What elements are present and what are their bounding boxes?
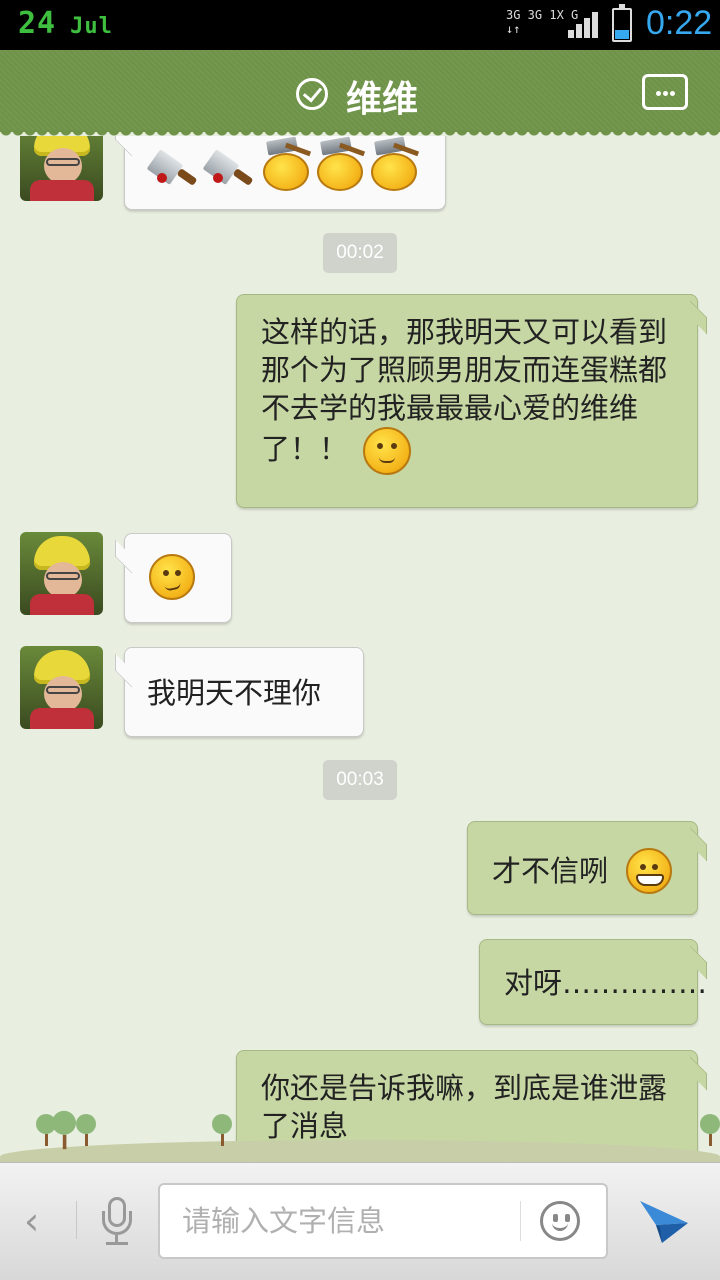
message-list[interactable]: 00:02 这样的话，那我明天又可以看到那个为了照顾男朋友而连蛋糕都不去学的我最… <box>0 136 720 1160</box>
message-bubble-outgoing[interactable]: 才不信咧 <box>467 821 698 915</box>
status-date-month: Jul <box>70 14 113 39</box>
status-date-day: 24 <box>18 6 57 41</box>
status-time: 0:22 <box>646 4 713 42</box>
contact-avatar[interactable] <box>20 136 103 201</box>
microphone-icon[interactable] <box>98 1197 136 1247</box>
signal-strength-icon <box>568 10 600 38</box>
contact-avatar[interactable] <box>20 646 103 729</box>
divider <box>520 1201 521 1241</box>
message-bubble-incoming[interactable] <box>124 136 446 210</box>
chat-title: 维维 <box>346 79 419 120</box>
battery-fill <box>615 30 629 39</box>
message-timestamp: 00:03 <box>323 760 397 800</box>
hammer-icon <box>259 136 313 191</box>
grin-emoji <box>626 848 672 894</box>
message-text: 对呀…………… <box>504 966 708 1000</box>
message-text: 才不信咧 <box>492 854 609 888</box>
background-scenery <box>0 1100 720 1162</box>
chat-info-button[interactable] <box>642 74 688 110</box>
cleaver-icon <box>202 149 255 191</box>
kiss-emoji <box>363 427 412 475</box>
battery-icon <box>612 4 632 42</box>
message-bubble-incoming[interactable]: 我明天不理你 <box>124 647 364 737</box>
status-date: 24 Jul <box>18 6 113 41</box>
chevron-left-icon[interactable]: ‹ <box>24 1199 39 1243</box>
check-circle-icon <box>296 78 328 110</box>
input-bar: ‹ <box>0 1162 720 1280</box>
confused-emoji <box>149 554 195 600</box>
message-input-box[interactable] <box>158 1183 608 1259</box>
hammer-icon <box>313 136 367 191</box>
paper-plane-icon[interactable] <box>636 1193 692 1249</box>
smiley-icon[interactable] <box>540 1201 580 1241</box>
title-bar: 维维 <box>0 50 720 138</box>
divider <box>76 1201 77 1239</box>
hammer-icon <box>367 136 421 191</box>
contact-avatar[interactable] <box>20 532 103 615</box>
status-bar: 24 Jul 3G 3G 1X G ↓↑ 0:22 <box>0 0 720 50</box>
cleaver-icon <box>146 149 199 191</box>
message-bubble-incoming[interactable] <box>124 533 232 623</box>
message-input[interactable] <box>182 1199 512 1243</box>
message-bubble-outgoing[interactable]: 对呀…………… <box>479 939 707 1025</box>
message-text: 我明天不理你 <box>147 676 322 710</box>
message-timestamp: 00:02 <box>323 233 397 273</box>
message-text: 这样的话，那我明天又可以看到那个为了照顾男朋友而连蛋糕都不去学的我最最最心爱的维… <box>261 315 668 466</box>
message-bubble-outgoing[interactable]: 这样的话，那我明天又可以看到那个为了照顾男朋友而连蛋糕都不去学的我最最最心爱的维… <box>236 294 698 508</box>
